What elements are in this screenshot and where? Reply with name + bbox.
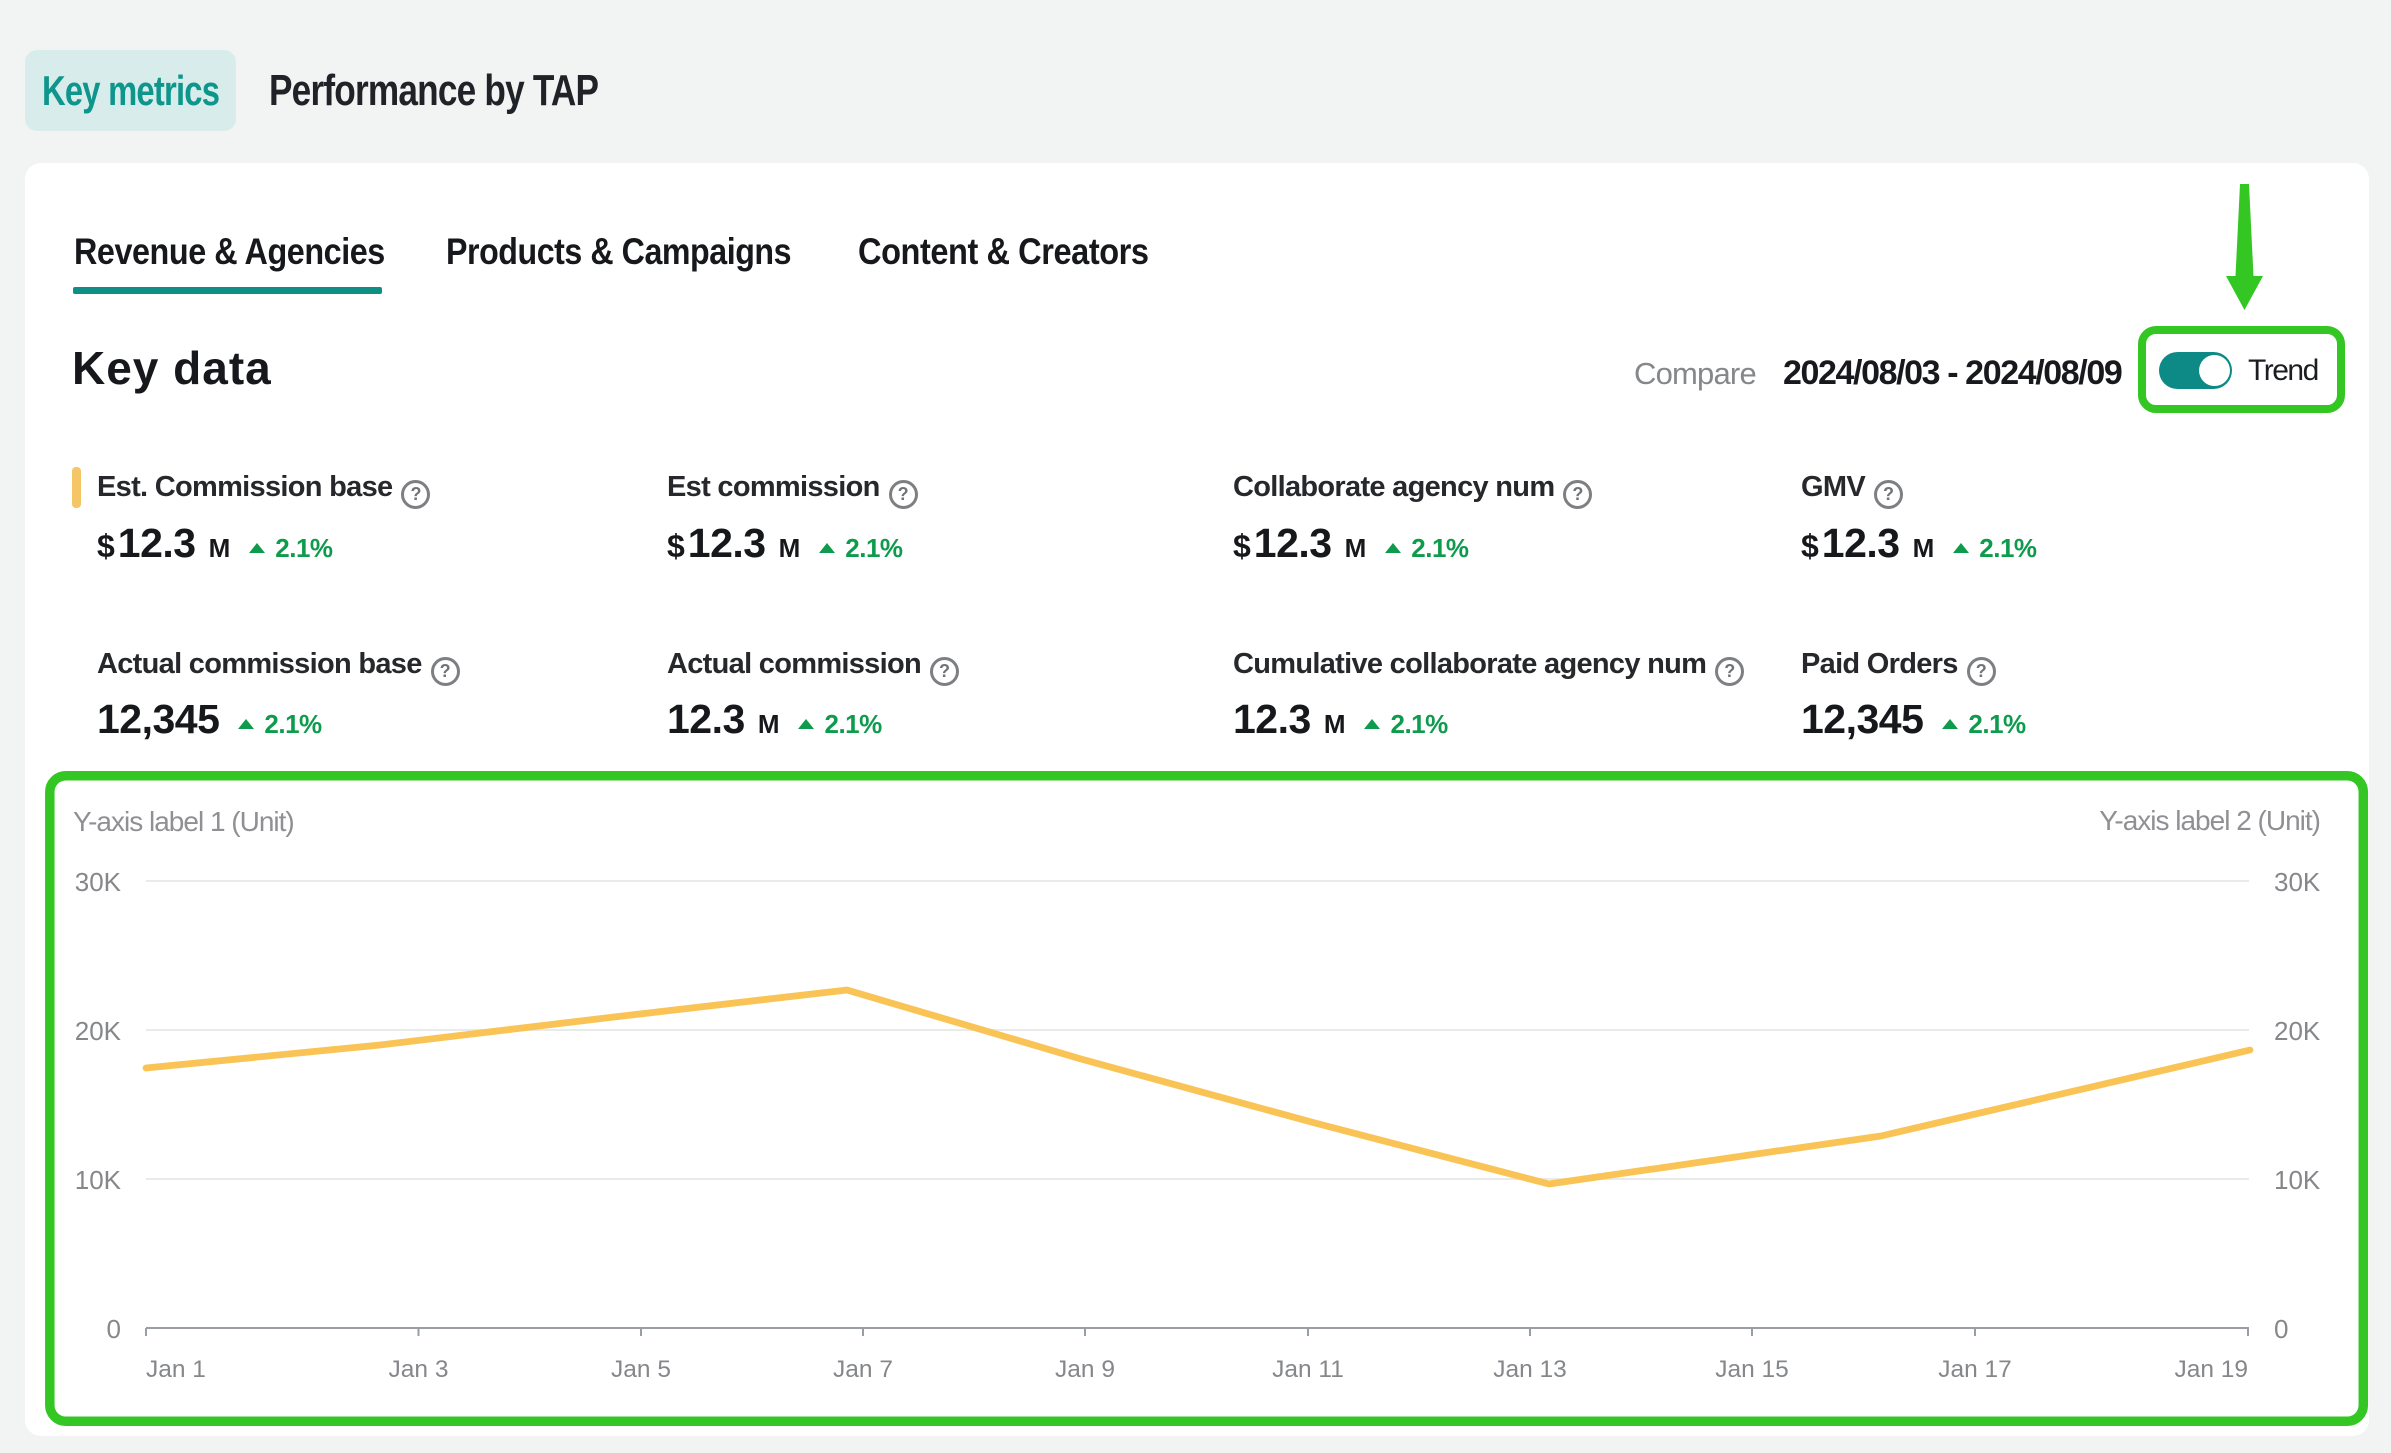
svg-text:Jan 15: Jan 15 <box>1715 1356 1789 1383</box>
svg-text:Jan 17: Jan 17 <box>1938 1356 2012 1383</box>
svg-text:10K: 10K <box>75 1165 122 1195</box>
svg-text:30K: 30K <box>2274 867 2321 897</box>
svg-text:Jan 9: Jan 9 <box>1055 1356 1115 1383</box>
svg-text:Jan 11: Jan 11 <box>1272 1356 1344 1383</box>
svg-text:Jan 1: Jan 1 <box>146 1356 206 1383</box>
svg-text:0: 0 <box>2274 1314 2288 1344</box>
svg-text:0: 0 <box>107 1314 121 1344</box>
svg-text:30K: 30K <box>75 867 122 897</box>
svg-text:Y-axis label 2 (Unit): Y-axis label 2 (Unit) <box>2099 805 2320 836</box>
svg-text:Y-axis label 1 (Unit): Y-axis label 1 (Unit) <box>73 806 294 837</box>
svg-text:10K: 10K <box>2274 1165 2321 1195</box>
svg-text:Jan 13: Jan 13 <box>1493 1356 1567 1383</box>
svg-text:Jan 3: Jan 3 <box>389 1356 449 1383</box>
svg-text:20K: 20K <box>75 1016 122 1046</box>
svg-text:Jan 19: Jan 19 <box>2174 1356 2248 1383</box>
svg-text:Jan 7: Jan 7 <box>833 1356 893 1383</box>
svg-text:Jan 5: Jan 5 <box>611 1356 671 1383</box>
svg-text:20K: 20K <box>2274 1016 2321 1046</box>
